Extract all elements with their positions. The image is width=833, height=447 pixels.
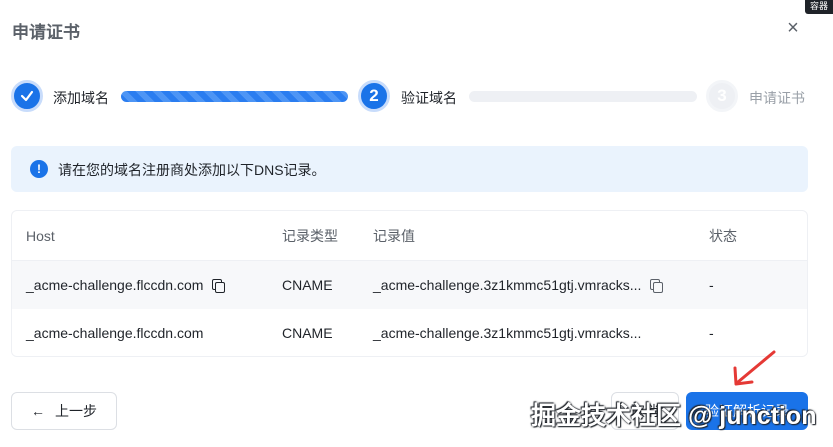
step-2-progress-bar <box>469 91 697 102</box>
step-1-progress-bar <box>121 91 348 102</box>
previous-step-button[interactable]: ← 上一步 <box>11 392 117 430</box>
host-cell: _acme-challenge.flccdn.com <box>26 325 204 341</box>
step-2-label: 验证域名 <box>401 90 457 106</box>
info-alert: ! 请在您的域名注册商处添加以下DNS记录。 <box>11 146 808 192</box>
record-type-cell: CNAME <box>282 277 333 293</box>
host-cell: _acme-challenge.flccdn.com <box>26 261 226 309</box>
stepper: 添加域名 2 验证域名 3 申请证书 <box>0 78 833 114</box>
table-row: _acme-challenge.flccdn.com CNAME _acme-c… <box>12 261 807 309</box>
host-text: _acme-challenge.flccdn.com <box>26 277 204 293</box>
record-value-cell: _acme-challenge.3z1kmmc51gtj.vmracks... <box>373 325 642 341</box>
record-value-cell: _acme-challenge.3z1kmmc51gtj.vmracks... <box>373 261 664 309</box>
info-icon: ! <box>30 160 48 178</box>
corner-badge: 容器 <box>805 0 833 14</box>
alert-text: 请在您的域名注册商处添加以下DNS记录。 <box>58 162 326 178</box>
watermark: 掘金技术社区 @ junction <box>531 402 817 430</box>
step-2-number: 2 <box>358 80 390 112</box>
step-1-check-icon <box>11 80 43 112</box>
header-record-type: 记录类型 <box>282 227 338 244</box>
record-type-cell: CNAME <box>282 325 333 341</box>
previous-step-label: 上一步 <box>55 403 97 419</box>
status-cell: - <box>709 325 714 341</box>
step-3-number: 3 <box>706 80 738 112</box>
header-status: 状态 <box>709 227 737 244</box>
close-icon[interactable]: × <box>781 16 805 40</box>
header-host: Host <box>26 227 55 244</box>
arrow-left-icon: ← <box>31 403 45 419</box>
table-header: Host 记录类型 记录值 状态 <box>12 211 807 261</box>
step-3-label: 申请证书 <box>749 90 805 106</box>
annotation-arrow <box>733 350 776 386</box>
table-row: _acme-challenge.flccdn.com CNAME _acme-c… <box>12 309 807 356</box>
header-record-value: 记录值 <box>373 227 415 244</box>
copy-icon[interactable] <box>650 278 664 293</box>
dialog-header: 申请证书 × <box>0 0 833 60</box>
dns-records-table: Host 记录类型 记录值 状态 _acme-challenge.flccdn.… <box>11 210 808 357</box>
copy-icon[interactable] <box>212 278 226 293</box>
status-cell: - <box>709 277 714 293</box>
record-value-text: _acme-challenge.3z1kmmc51gtj.vmracks... <box>373 277 642 293</box>
step-1-label: 添加域名 <box>53 90 109 106</box>
dialog-title: 申请证书 <box>12 23 80 42</box>
